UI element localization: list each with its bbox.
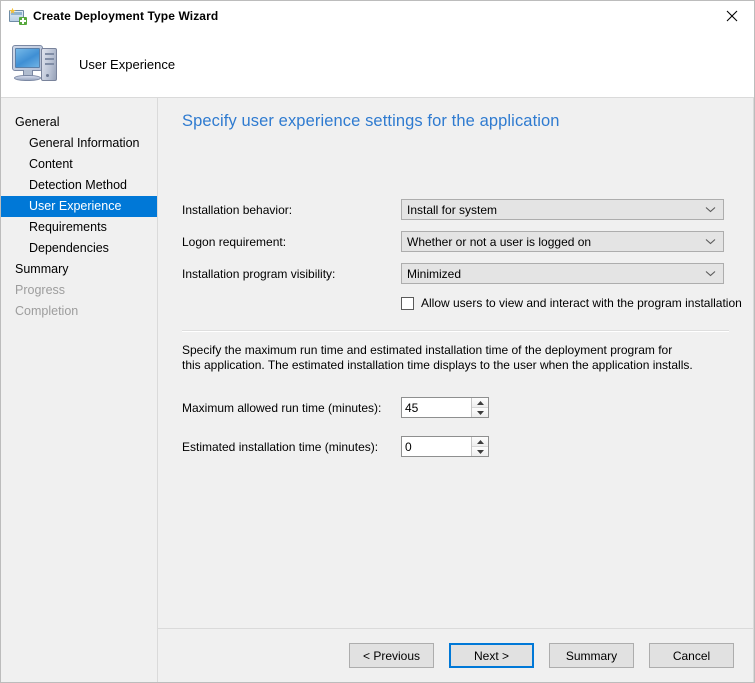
sidebar-item-requirements[interactable]: Requirements <box>1 217 157 238</box>
sidebar-item-progress: Progress <box>15 283 66 297</box>
sidebar-item-content[interactable]: Content <box>1 154 157 175</box>
max-run-time-stepper-buttons <box>471 398 488 417</box>
previous-button[interactable]: < Previous <box>349 643 434 668</box>
sidebar-item-general[interactable]: General <box>1 112 157 133</box>
allow-users-interact-checkbox[interactable] <box>401 296 414 310</box>
next-button[interactable]: Next > <box>449 643 534 668</box>
close-icon[interactable] <box>710 1 754 30</box>
stepper-down-icon[interactable] <box>472 447 488 456</box>
time-settings: Maximum allowed run time (minutes): 45 E… <box>182 397 753 457</box>
installation-behavior-label: Installation behavior: <box>182 202 293 217</box>
installation-visibility-label: Installation program visibility: <box>182 266 336 281</box>
installation-behavior-value: Install for system <box>407 202 498 217</box>
wizard-window: Create Deployment Type Wizard User Exper… <box>0 0 755 683</box>
section-divider <box>182 330 729 332</box>
installation-behavior-row: Installation behavior: Install for syste… <box>182 199 753 220</box>
estimated-install-time-stepper[interactable]: 0 <box>401 436 489 457</box>
stepper-up-icon[interactable] <box>472 437 488 447</box>
dialog-footer: < Previous Next > Summary Cancel <box>158 628 753 682</box>
logon-requirement-row: Logon requirement: Whether or not a user… <box>182 231 753 252</box>
estimated-install-time-label: Estimated installation time (minutes): <box>182 439 379 454</box>
sidebar-item-summary[interactable]: Summary <box>1 259 157 280</box>
summary-button[interactable]: Summary <box>549 643 634 668</box>
title-bar: Create Deployment Type Wizard <box>1 1 754 31</box>
max-run-time-label: Maximum allowed run time (minutes): <box>182 400 382 415</box>
estimated-install-time-value[interactable]: 0 <box>402 437 471 456</box>
content-wrapper: Specify user experience settings for the… <box>158 98 754 682</box>
sidebar-item-dependencies[interactable]: Dependencies <box>1 238 157 259</box>
content-panel: Specify user experience settings for the… <box>158 98 753 628</box>
max-run-time-row: Maximum allowed run time (minutes): 45 <box>182 397 753 418</box>
sidebar-item-completion: Completion <box>15 304 79 318</box>
installation-visibility-select[interactable]: Minimized <box>401 263 724 284</box>
installation-visibility-value: Minimized <box>407 266 462 281</box>
wizard-icon <box>9 7 27 25</box>
logon-requirement-select[interactable]: Whether or not a user is logged on <box>401 231 724 252</box>
sidebar-item-general-information[interactable]: General Information <box>1 133 157 154</box>
sidebar-item-user-experience[interactable]: User Experience <box>1 196 157 217</box>
max-run-time-stepper[interactable]: 45 <box>401 397 489 418</box>
body-area: General General Information Content Dete… <box>1 97 754 682</box>
cancel-button[interactable]: Cancel <box>649 643 734 668</box>
allow-users-interact-label: Allow users to view and interact with th… <box>421 296 742 310</box>
banner-heading: User Experience <box>79 56 176 72</box>
stepper-down-icon[interactable] <box>472 408 488 417</box>
wizard-step-nav: General General Information Content Dete… <box>1 98 158 682</box>
chevron-down-icon <box>705 232 716 251</box>
chevron-down-icon <box>705 264 716 283</box>
settings-form: Installation behavior: Install for syste… <box>182 199 753 310</box>
chevron-down-icon <box>705 200 716 219</box>
page-title: Specify user experience settings for the… <box>182 112 560 130</box>
sidebar-item-detection-method[interactable]: Detection Method <box>1 175 157 196</box>
estimated-install-time-stepper-buttons <box>471 437 488 456</box>
logon-requirement-value: Whether or not a user is logged on <box>407 234 592 249</box>
estimated-install-time-row: Estimated installation time (minutes): 0 <box>182 436 753 457</box>
installation-visibility-row: Installation program visibility: Minimiz… <box>182 263 753 284</box>
logon-requirement-label: Logon requirement: <box>182 234 287 249</box>
installation-behavior-select[interactable]: Install for system <box>401 199 724 220</box>
allow-users-interact-row[interactable]: Allow users to view and interact with th… <box>401 296 753 310</box>
window-title: Create Deployment Type Wizard <box>33 9 219 23</box>
max-run-time-value[interactable]: 45 <box>402 398 471 417</box>
computer-icon <box>11 41 63 87</box>
stepper-up-icon[interactable] <box>472 398 488 408</box>
section-description: Specify the maximum run time and estimat… <box>182 343 693 372</box>
wizard-banner: User Experience <box>1 31 754 97</box>
